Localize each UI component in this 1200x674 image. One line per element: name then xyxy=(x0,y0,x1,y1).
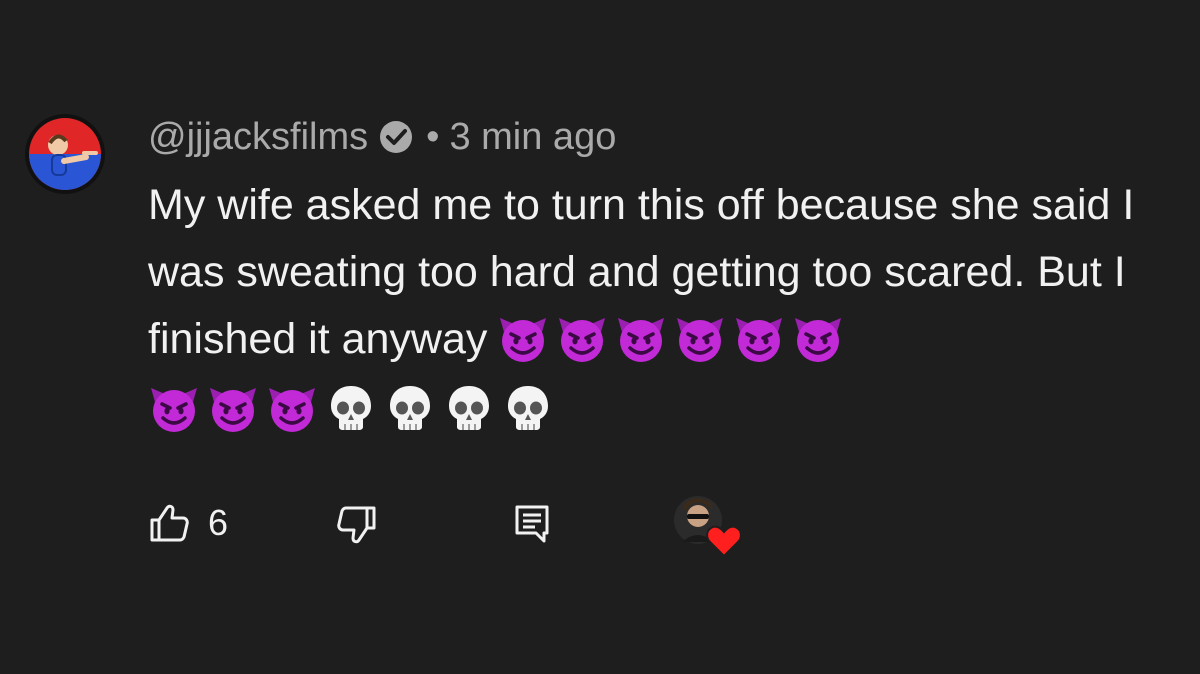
comment-icon xyxy=(515,505,549,543)
skull-emoji-icon xyxy=(384,382,436,434)
skull-emoji-icon xyxy=(502,382,554,434)
comment: @jjjacksfilms • 3 min ago My wife asked … xyxy=(0,0,1200,674)
like-count: 6 xyxy=(208,502,229,543)
emoji-group-inline xyxy=(497,312,844,364)
smiling-imp-emoji-icon xyxy=(792,312,844,364)
like-button[interactable]: 6 xyxy=(148,502,228,544)
smiling-imp-emoji-icon xyxy=(556,312,608,364)
thumbs-down-icon xyxy=(337,506,376,544)
smiling-imp-emoji-icon xyxy=(207,382,259,434)
channel-handle[interactable]: @jjjacksfilms xyxy=(148,116,368,159)
meta-separator: • xyxy=(426,115,440,158)
verified-badge-icon xyxy=(380,121,413,153)
reply-button[interactable] xyxy=(514,504,550,549)
comment-header: @jjjacksfilms • 3 min ago xyxy=(148,112,616,162)
skull-emoji-icon xyxy=(325,382,377,434)
thumbs-up-icon xyxy=(150,504,189,542)
smiling-imp-emoji-icon xyxy=(674,312,726,364)
heart-icon xyxy=(706,525,742,558)
smiling-imp-emoji-icon xyxy=(733,312,785,364)
channel-avatar[interactable] xyxy=(24,113,106,195)
dislike-button[interactable] xyxy=(336,504,378,551)
comment-text: My wife asked me to turn this off becaus… xyxy=(148,172,1188,373)
comment-timestamp[interactable]: 3 min ago xyxy=(449,116,616,159)
smiling-imp-emoji-icon xyxy=(266,382,318,434)
smiling-imp-emoji-icon xyxy=(615,312,667,364)
smiling-imp-emoji-icon xyxy=(148,382,200,434)
creator-heart-badge[interactable] xyxy=(668,490,742,558)
skull-emoji-icon xyxy=(443,382,495,434)
smiling-imp-emoji-icon xyxy=(497,312,549,364)
emoji-group-next-line xyxy=(148,382,554,434)
